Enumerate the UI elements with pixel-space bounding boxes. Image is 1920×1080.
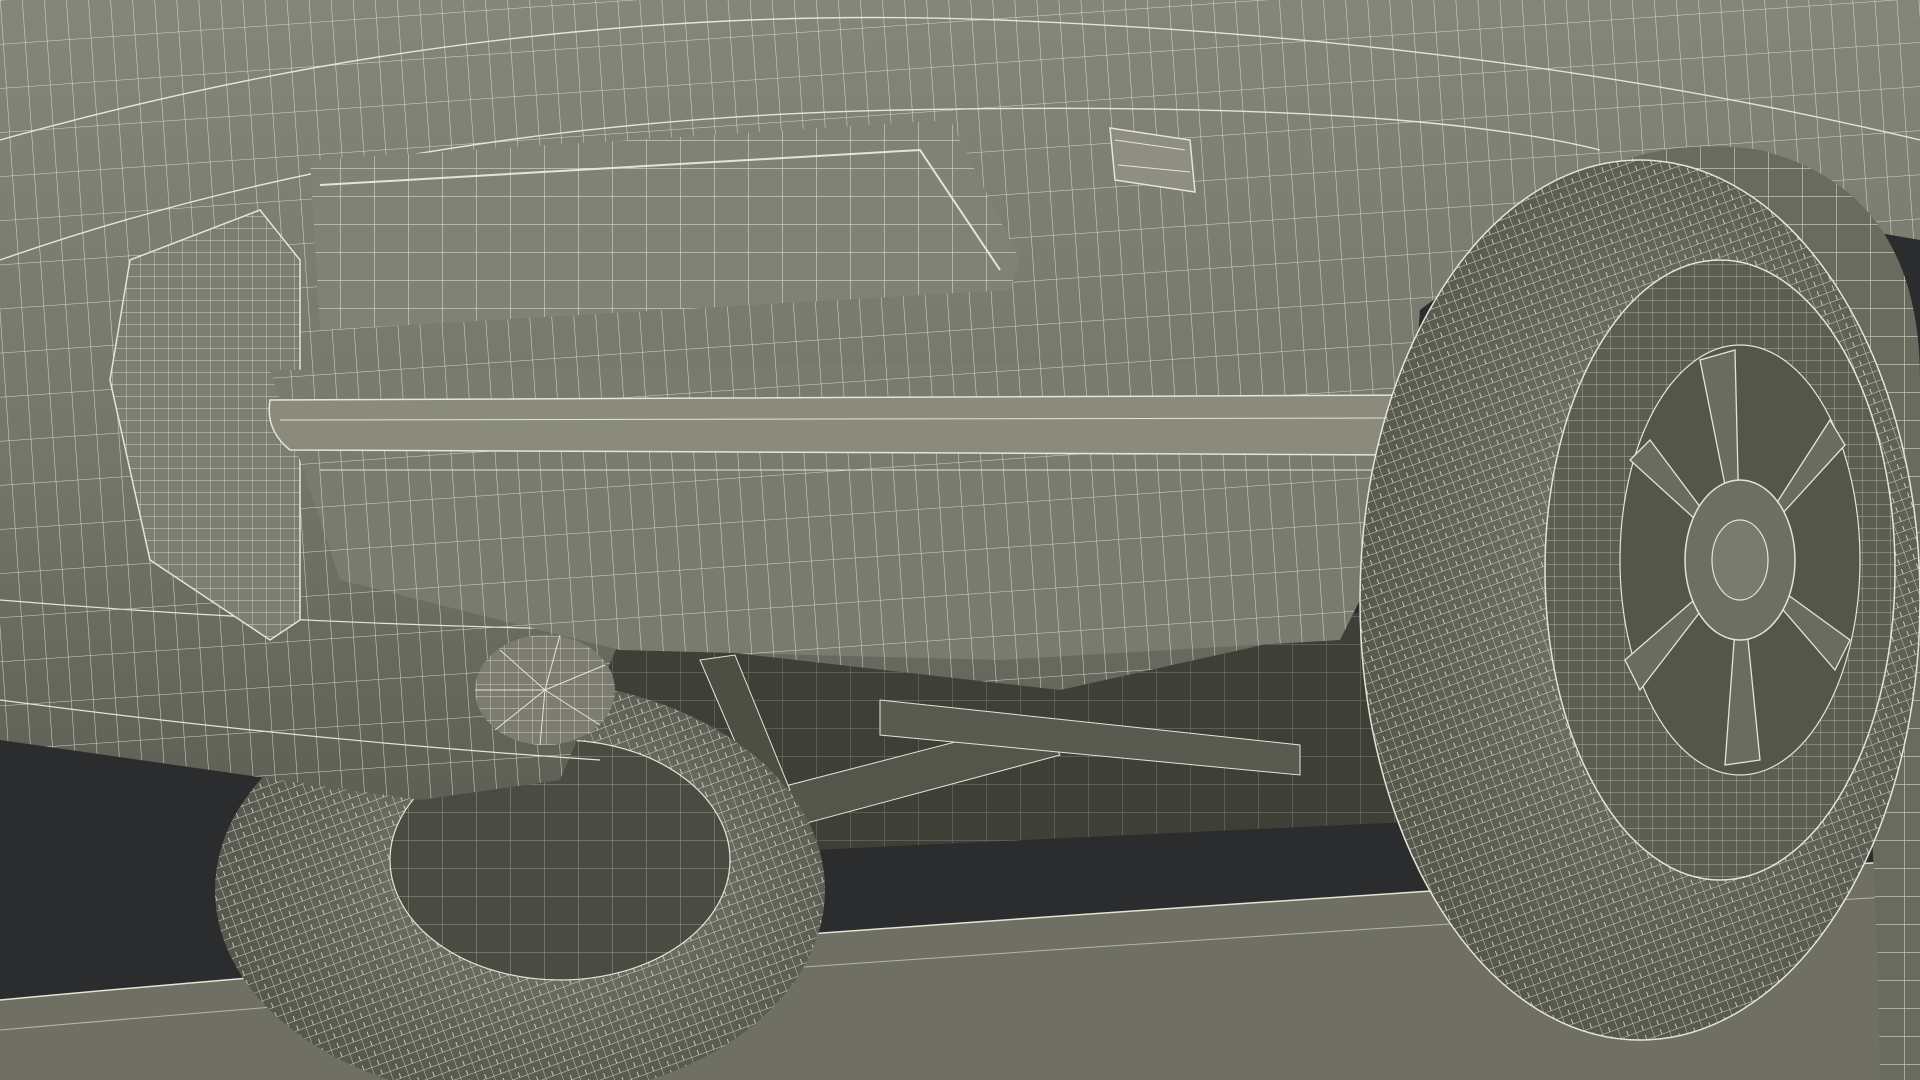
render-viewport	[0, 0, 1920, 1080]
wireframe-render	[0, 0, 1920, 1080]
rear-right-wheel	[1359, 159, 1920, 1041]
exhaust-tip	[475, 634, 615, 746]
